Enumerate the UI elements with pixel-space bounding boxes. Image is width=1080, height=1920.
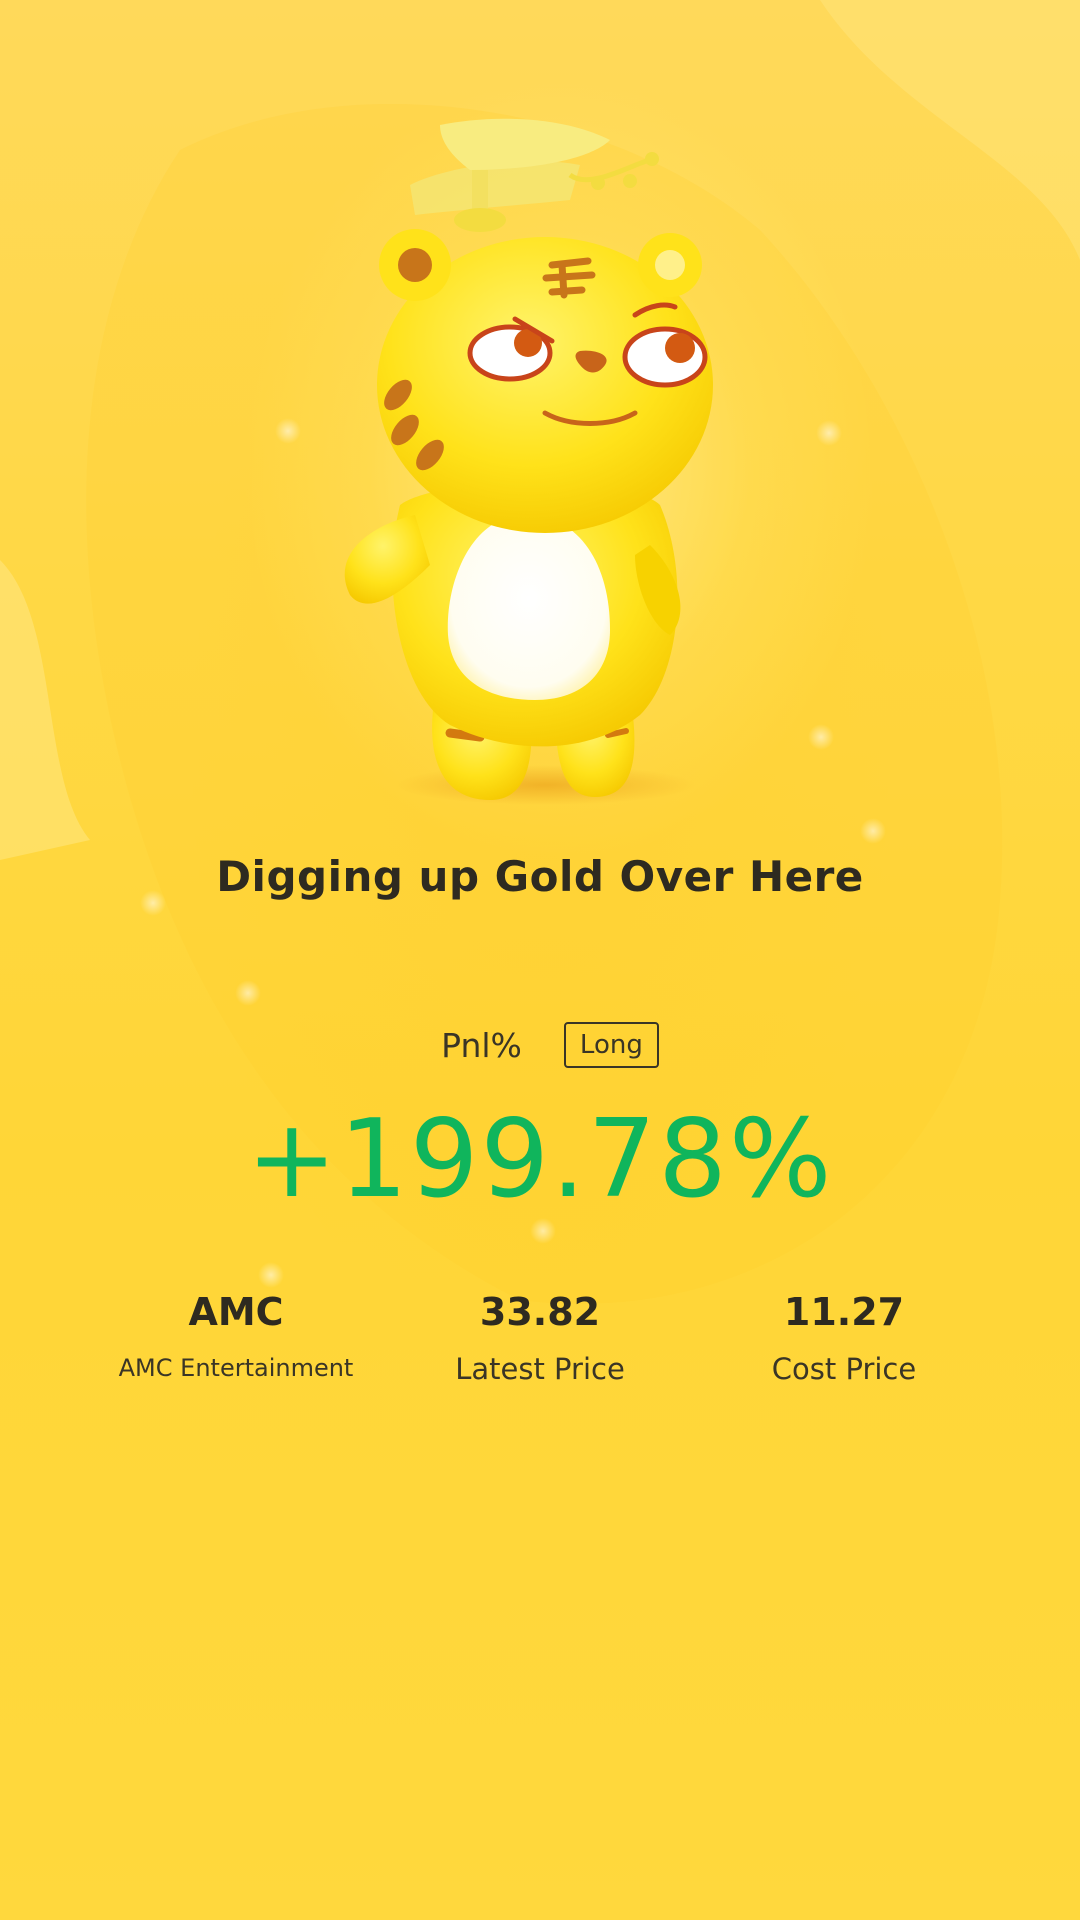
tiger-mascot-icon xyxy=(344,118,713,805)
headline: Digging up Gold Over Here xyxy=(216,852,864,901)
cost-price-value: 11.27 xyxy=(783,1290,905,1334)
sparkle xyxy=(275,418,301,444)
cost-price-label: Cost Price xyxy=(771,1352,917,1386)
sparkle xyxy=(235,980,261,1006)
pnl-value: +199.78% xyxy=(246,1097,834,1222)
pnl-row: Pnl% Long xyxy=(0,1022,1080,1068)
position-side-badge: Long xyxy=(563,1022,659,1068)
stat-cost-price: 11.27 Cost Price xyxy=(664,1284,1024,1386)
pnl-label: Pnl% xyxy=(441,1025,522,1065)
sparkle xyxy=(808,724,834,750)
sparkle xyxy=(816,420,842,446)
sparkle xyxy=(860,818,886,844)
